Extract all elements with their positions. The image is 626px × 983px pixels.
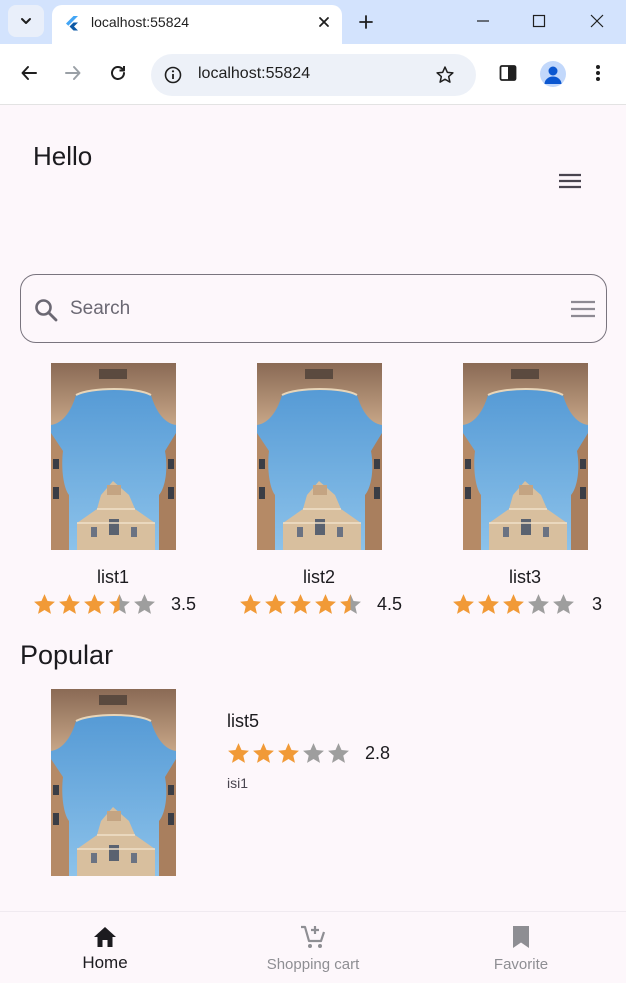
rating-value: 2.8 [365,743,391,763]
maximize-button[interactable] [516,4,562,38]
home-icon [91,923,119,951]
star-empty-icon [303,743,324,763]
star-filled-icon [34,594,55,614]
nav-label: Favorite [493,956,549,973]
list-card[interactable]: list2 4.5 [224,363,414,618]
star-filled-icon [315,594,336,614]
side-panel-icon [499,65,517,81]
nav-favorite[interactable]: Favorite [417,912,625,983]
star-empty-icon [528,594,549,614]
profile-avatar[interactable] [540,61,566,87]
rating-value: 3.5 [171,594,197,614]
star-filled-icon [228,743,249,763]
browser-menu-button[interactable] [583,58,613,88]
search-input[interactable] [70,295,540,323]
arrow-right-icon [65,66,81,80]
star-filled-icon [240,594,261,614]
star-filled-icon [253,743,274,763]
greeting-title: Hello [33,141,93,171]
flutter-favicon-icon [66,16,78,31]
chevron-down-icon [21,18,31,24]
address-bar-url: localhost:55824 [198,65,311,82]
side-panel-button[interactable] [493,58,523,88]
card-image [51,363,176,550]
nav-label: Home [82,953,128,972]
filter-lines-icon[interactable] [569,297,597,321]
star-half-icon [340,594,361,614]
stars [451,592,576,617]
close-icon [590,14,604,28]
plus-icon [359,15,373,29]
app-screen: Hello list1 3.5 list2 4.5 list3 3 Popula… [0,105,626,983]
hamburger-menu-icon [559,173,581,189]
back-button[interactable] [14,58,44,88]
nav-shopping-cart[interactable]: Shopping cart [209,912,417,983]
site-info-button[interactable] [162,64,184,86]
card-image [257,363,382,550]
star-filled-icon [453,594,474,614]
star-filled-icon [265,594,286,614]
reload-button[interactable] [103,58,133,88]
popular-item-image[interactable] [51,689,176,876]
star-filled-icon [278,743,299,763]
address-bar[interactable]: localhost:55824 [151,54,476,96]
star-rating: 3.5 [32,592,196,617]
star-filled-icon [290,594,311,614]
card-title: list2 [302,567,335,587]
minimize-button[interactable] [460,4,506,38]
card-title: list3 [508,567,541,587]
card-image [463,363,588,550]
tab-title: localhost:55824 [91,14,190,30]
stars [226,741,351,766]
star-filled-icon [503,594,524,614]
bookmark-icon [507,923,535,951]
nav-home[interactable]: Home [1,912,209,983]
browser-tabstrip: localhost:55824 [0,0,626,44]
arrow-left-icon [21,66,37,80]
close-icon [319,17,329,27]
stars [32,592,157,617]
list-card[interactable]: list3 3 [430,363,620,618]
rating-value: 4.5 [377,594,403,614]
search-bar[interactable] [20,274,607,343]
star-filled-icon [59,594,80,614]
star-half-icon [109,594,130,614]
info-icon [164,66,182,84]
browser-toolbar: localhost:55824 [0,44,626,105]
browser-tab[interactable]: localhost:55824 [52,5,342,44]
star-rating: 3 [451,592,602,617]
bookmark-star-button[interactable] [433,63,457,87]
menu-button[interactable] [554,167,586,195]
tab-close-button[interactable] [313,11,335,33]
rating-value: 3 [592,594,603,614]
bottom-navigation: Home Shopping cart Favorite [0,911,626,983]
reload-icon [111,66,125,80]
star-rating: 2.8 [226,741,390,766]
more-vertical-icon [596,65,600,81]
new-tab-button[interactable] [352,8,380,36]
add-shopping-cart-icon [299,923,327,951]
star-filled-icon [84,594,105,614]
popular-heading: Popular [20,640,114,670]
popular-item-title[interactable]: list5 [227,711,259,732]
forward-button[interactable] [58,58,88,88]
minimize-icon [477,20,489,22]
star-empty-icon [553,594,574,614]
star-outline-icon [436,66,454,83]
star-empty-icon [328,743,349,763]
nav-label: Shopping cart [266,956,360,973]
star-empty-icon [134,594,155,614]
window-close-button[interactable] [574,4,620,38]
person-icon [544,66,562,84]
maximize-icon [532,14,546,28]
popular-item-description: isi1 [227,775,249,791]
card-title: list1 [96,567,129,587]
star-rating: 4.5 [238,592,402,617]
tab-search-button[interactable] [8,5,44,37]
star-filled-icon [478,594,499,614]
stars [238,592,363,617]
search-icon [35,299,58,322]
list-card[interactable]: list1 3.5 [18,363,208,618]
